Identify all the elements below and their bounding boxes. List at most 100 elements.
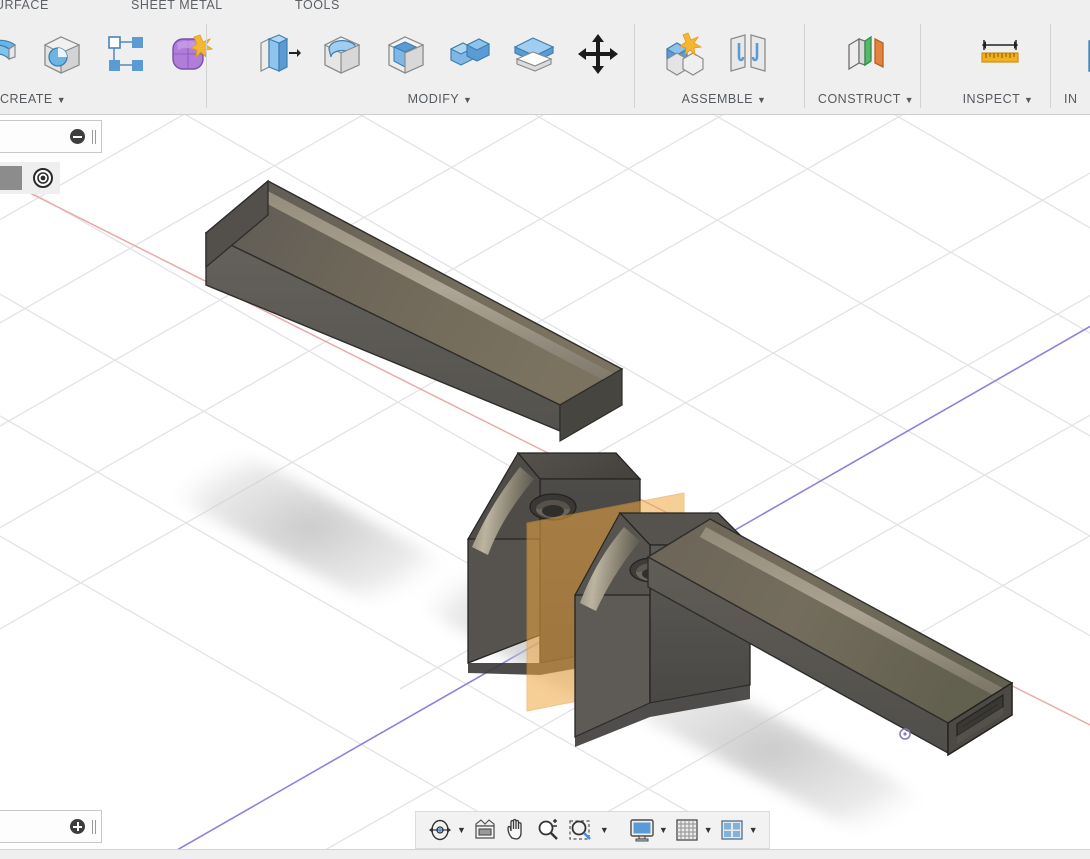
grid-snaps-button[interactable] [671,815,703,845]
viewports-button[interactable] [716,815,748,845]
panel-divider [920,24,921,108]
origin-point-icon[interactable] [31,166,55,190]
zoom-window-tool-button[interactable] [565,815,599,845]
panel-divider [206,24,207,108]
panel-drag-handle[interactable] [92,129,96,144]
viewports-icon [721,820,743,840]
panel-inspect: INSPECT ▼ [946,18,1051,113]
modify-press-pull-button[interactable] [246,21,310,87]
joint-icon [730,34,766,72]
monitor-icon [630,819,654,842]
origin-point-marker [899,728,911,740]
offset-plane-icon [848,35,884,71]
collapse-browser-button[interactable] [70,129,85,144]
modify-fillet-button[interactable] [310,21,374,87]
look-at-icon [475,819,495,839]
press-pull-icon [260,34,301,72]
pan-tool-button[interactable] [501,815,533,845]
panel-modify: MODIFY ▼ [246,18,635,113]
modify-offset-face-button[interactable] [502,21,566,87]
browser-panel-collapsed[interactable] [0,120,102,153]
display-settings-dropdown-caret[interactable]: ▼ [659,825,668,835]
assemble-new-component-button[interactable] [652,21,716,87]
panel-create: CREATE ▼ [0,18,213,113]
pan-hand-icon [507,818,522,840]
panel-label-create[interactable]: CREATE ▼ [0,92,206,106]
panel-label-insert[interactable]: IN [1064,92,1090,106]
appearance-swatch[interactable] [0,166,22,190]
modify-combine-button[interactable] [438,21,502,87]
zoom-tool-button[interactable] [533,815,565,845]
combine-icon [449,38,491,66]
panel-divider [634,24,635,108]
display-settings-button[interactable] [626,815,658,845]
offset-face-icon [513,37,555,72]
shell-icon [387,36,425,74]
panel-label-inspect[interactable]: INSPECT ▼ [946,92,1050,106]
inspect-label: INSPECT [962,92,1021,106]
cube-hole-icon [43,36,81,74]
modify-label: MODIFY [407,92,459,106]
create-pattern-button[interactable] [94,21,158,87]
tab-sheet-metal[interactable]: SHEET METAL [131,0,223,12]
modify-shell-button[interactable] [374,21,438,87]
assemble-joint-button[interactable] [716,21,780,87]
orbit-dropdown-caret[interactable]: ▼ [457,825,466,835]
tab-tools[interactable]: TOOLS [295,0,340,12]
chevron-down-icon: ▼ [756,95,767,105]
panel-insert: IN [1064,18,1090,113]
panel-label-construct[interactable]: CONSTRUCT ▼ [812,92,920,106]
zoom-window-dropdown-caret[interactable]: ▼ [600,825,609,835]
orbit-tool-button[interactable] [424,815,456,845]
status-bar [0,849,1090,859]
modify-move-copy-button[interactable] [566,21,630,87]
pattern-nodes-icon [108,36,143,71]
timeline-drag-handle[interactable] [92,819,96,834]
chevron-down-icon: ▼ [1024,95,1034,105]
chevron-down-icon: ▼ [56,95,67,105]
ribbon-panels: CREATE ▼ MODIFY ▼ ASSEMBLE ▼ CONSTRUCT ▼… [0,18,1090,115]
fusion360-window: SURFACE SHEET METAL TOOLS [0,0,1090,859]
chevron-down-icon: ▼ [904,95,915,105]
ribbon-tab-strip: SURFACE SHEET METAL TOOLS [0,0,1090,18]
browser-appearance-row[interactable] [0,162,60,194]
create-form-button[interactable] [158,21,222,87]
insert-label: IN [1064,92,1078,106]
chevron-down-icon: ▼ [462,95,473,105]
panel-divider [1050,24,1051,108]
grid-snaps-dropdown-caret[interactable]: ▼ [704,825,713,835]
move-arrows-icon [578,34,618,74]
construct-label: CONSTRUCT [817,92,901,106]
expand-timeline-button[interactable] [70,819,85,834]
create-label: CREATE [0,92,53,106]
panel-label-assemble[interactable]: ASSEMBLE ▼ [644,92,804,106]
timeline-panel-collapsed[interactable] [0,810,102,843]
viewport-canvas[interactable] [0,115,1090,859]
new-component-icon [665,32,704,76]
insert-derive-button[interactable] [1072,21,1090,87]
zoom-plus-minus-icon [538,819,558,840]
inspect-measure-button[interactable] [968,21,1032,87]
orbit-icon [429,819,451,841]
tab-surface[interactable]: SURFACE [0,0,49,12]
left-square-tube[interactable] [204,179,624,455]
panel-label-modify[interactable]: MODIFY ▼ [246,92,634,106]
panel-construct: CONSTRUCT ▼ [812,18,921,113]
panel-assemble: ASSEMBLE ▼ [644,18,805,113]
viewports-dropdown-caret[interactable]: ▼ [749,825,758,835]
look-at-tool-button[interactable] [469,815,501,845]
ribbon-toolbar: SURFACE SHEET METAL TOOLS [0,0,1090,115]
assemble-label: ASSEMBLE [681,92,753,106]
grid-icon [676,819,698,841]
create-sketch-button[interactable] [0,21,30,87]
panel-divider [804,24,805,108]
create-extrude-button[interactable] [30,21,94,87]
navigation-bar: ▼ ▼ ▼ ▼ ▼ [415,811,770,849]
insert-icon [1088,39,1090,72]
construct-offset-plane-button[interactable] [834,21,898,87]
fillet-icon [323,36,361,74]
surface-patch-icon [0,39,17,61]
measure-ruler-icon [981,40,1019,63]
3d-viewport[interactable] [0,115,1090,859]
zoom-window-icon [569,820,591,840]
